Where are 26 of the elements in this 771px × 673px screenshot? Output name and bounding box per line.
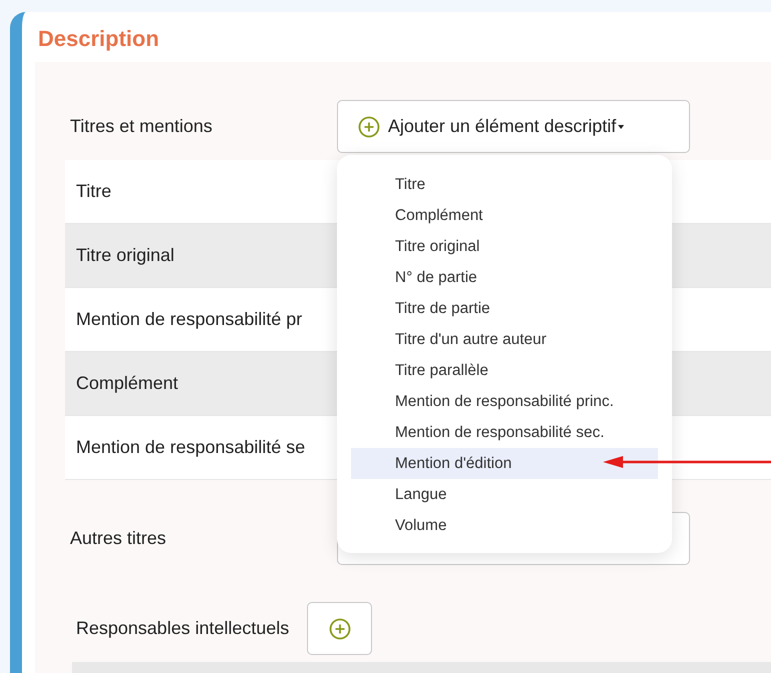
menu-item[interactable]: Titre parallèle [351, 355, 658, 386]
row-label: Mention de responsabilité pr [76, 309, 302, 330]
row-label: Complément [76, 373, 178, 394]
menu-item[interactable]: Complément [351, 200, 658, 231]
add-icon [328, 618, 351, 640]
menu-item[interactable]: Mention d'édition [351, 448, 658, 479]
menu-item[interactable]: Mention de responsabilité princ. [351, 386, 658, 417]
section-title: Description [38, 26, 160, 52]
menu-item[interactable]: Titre de partie [351, 293, 658, 324]
add-element-button[interactable]: Ajouter un élément descriptif [337, 100, 690, 153]
menu-item[interactable]: Titre d'un autre auteur [351, 324, 658, 355]
field-label: Responsables intellectuels [76, 618, 290, 639]
menu-item[interactable]: Mention de responsabilité sec. [351, 417, 658, 448]
menu-item[interactable]: Titre original [351, 231, 658, 262]
row-label: Mention de responsabilité se [76, 437, 306, 458]
menu-item[interactable]: Titre [351, 169, 658, 200]
field-label: Titres et mentions [70, 116, 214, 137]
menu-item[interactable]: Volume [351, 510, 658, 541]
row-label: Titre [76, 181, 112, 202]
add-button[interactable] [307, 602, 372, 655]
menu-item[interactable]: N° de partie [351, 262, 658, 293]
row-label: Titre original [76, 245, 174, 266]
add-icon [358, 116, 380, 138]
caret-icon [618, 124, 624, 128]
field-label: Autres titres [70, 528, 168, 549]
menu-item[interactable]: Langue [351, 479, 658, 510]
